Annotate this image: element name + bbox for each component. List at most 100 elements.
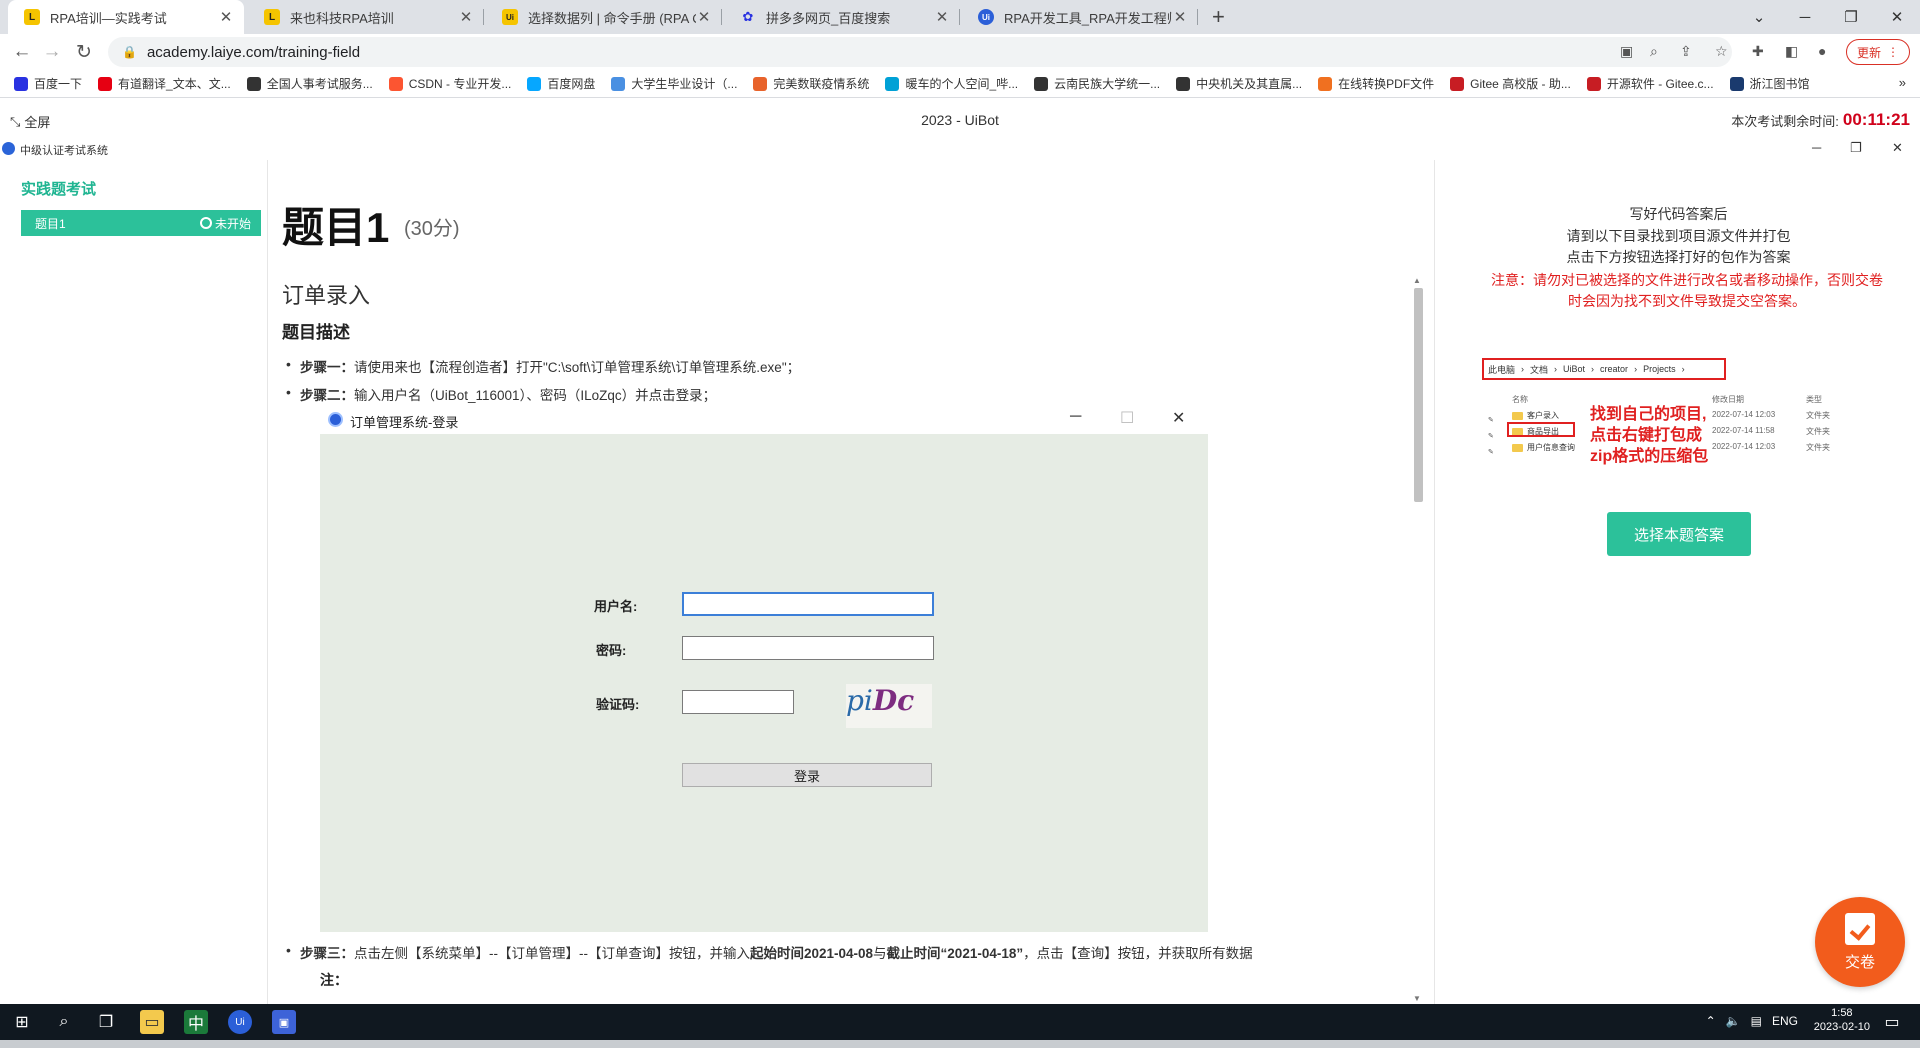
bookmark-item[interactable]: 有道翻译_文本、文... (98, 75, 231, 92)
bookmark-item[interactable]: 暖车的个人空间_哔... (885, 75, 1018, 92)
bookmark-item[interactable]: 中央机关及其直属... (1176, 75, 1302, 92)
crumb: Projects (1643, 364, 1676, 374)
bookmark-item[interactable]: 百度一下 (14, 75, 82, 92)
file-explorer-icon[interactable]: ▭ (140, 1010, 164, 1034)
step-text: ，点击【查询】按钮，并获取所有数据 (1023, 946, 1253, 961)
tray-arrow-icon[interactable]: ⌃ (1706, 1014, 1716, 1028)
browser-tab[interactable]: ✿ 拼多多网页_百度搜索 ✕ (724, 0, 960, 34)
tab-title: 选择数据列 | 命令手册 (RPA Com (528, 10, 696, 26)
bookmark-favicon-icon (1318, 76, 1333, 91)
close-icon[interactable]: ✕ (1892, 140, 1903, 156)
close-icon: ✕ (1172, 410, 1186, 427)
clock[interactable]: 1:58 2023-02-10 (1814, 1006, 1870, 1034)
extensions-icon[interactable]: ✚ (1752, 43, 1764, 60)
bookmark-item[interactable]: 在线转换PDF文件 (1318, 75, 1434, 92)
address-bar[interactable]: 🔒 academy.laiye.com/training-field (108, 37, 1732, 67)
bookmark-item[interactable]: 完美数联疫情系统 (753, 75, 869, 92)
bookmark-item[interactable]: Gitee 高校版 - 助... (1450, 75, 1571, 92)
bookmarks-more-button[interactable]: » (1899, 75, 1906, 90)
scroll-up-icon[interactable]: ▲ (1413, 276, 1421, 285)
reload-icon[interactable]: ↻ (72, 40, 96, 64)
username-field[interactable] (682, 592, 934, 616)
uibot-icon[interactable]: Ui (228, 1010, 252, 1034)
minimize-icon[interactable]: ─ (1812, 140, 1821, 155)
bookmark-item[interactable]: 云南民族大学统一... (1034, 75, 1160, 92)
bookmark-favicon-icon (246, 76, 261, 91)
close-tab-icon[interactable]: ✕ (1172, 8, 1188, 26)
step-three: 步骤三：点击左侧【系统菜单】--【订单管理】--【订单查询】按钮，并输入起始时间… (286, 942, 1253, 962)
captcha-image[interactable]: piDc (846, 684, 932, 728)
close-tab-icon[interactable]: ✕ (458, 8, 474, 26)
bookmark-label: 大学生毕业设计（... (631, 77, 738, 91)
annotation-line: 点击右键打包成 (1590, 427, 1703, 444)
restore-icon[interactable]: ❐ (1828, 0, 1874, 34)
bookmark-favicon-icon (611, 76, 626, 91)
update-button[interactable]: 更新 ⋮ (1845, 39, 1910, 65)
bookmark-favicon-icon (1586, 76, 1601, 91)
crumb: 此电脑 (1488, 364, 1516, 375)
annotation-line: 找到自己的项目, (1590, 406, 1707, 423)
back-icon[interactable]: ← (10, 40, 34, 64)
zoom-icon[interactable]: ⌕ (1650, 43, 1658, 60)
bookmark-item[interactable]: 浙江图书馆 (1729, 75, 1810, 92)
submit-exam-button[interactable]: 交卷 (1815, 897, 1905, 987)
search-icon[interactable]: ⌕ (52, 1010, 76, 1034)
status-circle-icon (199, 217, 212, 229)
close-tab-icon[interactable]: ✕ (934, 8, 950, 26)
volume-icon[interactable]: 🔈 (1726, 1014, 1741, 1028)
password-field[interactable] (682, 636, 934, 660)
sidebar-item-label: 题目1 (35, 216, 66, 231)
submit-label: 交卷 (1844, 953, 1875, 971)
close-tab-icon[interactable]: ✕ (696, 8, 712, 26)
browser-tab[interactable]: L 来也科技RPA培训 ✕ (248, 0, 484, 34)
browser-tab[interactable]: Ui 选择数据列 | 命令手册 (RPA Com ✕ (486, 0, 722, 34)
tab-title: RPA培训—实践考试 (50, 10, 167, 26)
browser-tab[interactable]: Ui RPA开发工具_RPA开发工程师交 ✕ (962, 0, 1198, 34)
status-text: 未开始 (214, 216, 251, 231)
bookmark-item[interactable]: 开源软件 - Gitee.c... (1586, 75, 1714, 92)
tab-title: RPA开发工具_RPA开发工程师交 (1004, 10, 1172, 26)
tab-search-icon[interactable]: ⌄ (1736, 0, 1782, 34)
network-icon[interactable]: ▤ (1751, 1014, 1762, 1028)
windows-start-icon[interactable]: ⊞ (10, 1010, 34, 1034)
restore-icon[interactable]: ❐ (1850, 140, 1862, 156)
share-icon[interactable]: ⇪ (1680, 43, 1692, 60)
notification-icon[interactable]: ▭ (1880, 1010, 1904, 1034)
app-title: 2023 - UiBot (921, 112, 999, 128)
language-indicator[interactable]: ENG (1772, 1014, 1798, 1028)
bookmark-item[interactable]: 百度网盘 (527, 75, 595, 92)
profile-icon[interactable]: ● (1818, 43, 1826, 59)
content-scrollbar[interactable]: ▲ ▼ (1411, 276, 1425, 1004)
captcha-field[interactable] (682, 690, 794, 714)
side-panel-icon[interactable]: ◧ (1785, 43, 1798, 60)
scroll-down-icon[interactable]: ▼ (1413, 994, 1421, 1003)
bookmark-star-icon[interactable]: ☆ (1715, 43, 1728, 60)
input-method-icon[interactable]: 中 (184, 1010, 208, 1034)
close-window-icon[interactable]: ✕ (1874, 0, 1920, 34)
step-text: 与 (873, 946, 887, 961)
close-tab-icon[interactable]: ✕ (218, 8, 234, 26)
task-view-icon[interactable]: ❐ (94, 1010, 118, 1034)
minimize-icon[interactable]: ─ (1782, 0, 1828, 34)
bookmark-item[interactable]: CSDN - 专业开发... (388, 75, 511, 92)
bookmark-label: 浙江图书馆 (1749, 77, 1810, 91)
bookmark-item[interactable]: 大学生毕业设计（... (611, 75, 737, 92)
app-header: ⤡ 全屏 2023 - UiBot 本次考试剩余时间: 00:11:21 (0, 108, 1920, 134)
forward-icon[interactable]: → (40, 40, 64, 64)
bookmark-label: 百度网盘 (547, 77, 596, 91)
creator-app-icon[interactable]: ▣ (272, 1010, 296, 1034)
folder-type: 文件夹 (1806, 411, 1830, 420)
scrollbar-thumb[interactable] (1414, 288, 1423, 502)
bookmark-label: 中央机关及其直属... (1196, 77, 1303, 91)
new-tab-button[interactable]: + (1212, 4, 1225, 30)
checklist-icon (1845, 912, 1875, 945)
bookmark-item[interactable]: 全国人事考试服务... (246, 75, 373, 92)
install-icon[interactable]: ▣ (1620, 43, 1633, 60)
sidebar-heading: 实践题考试 (21, 181, 97, 198)
choose-answer-button[interactable]: 选择本题答案 (1607, 512, 1751, 556)
sidebar-item-question-1[interactable]: 题目1 未开始 (21, 210, 261, 236)
bookmark-label: 云南民族大学统一... (1054, 77, 1161, 91)
url-text: academy.laiye.com/training-field (146, 43, 361, 61)
login-button[interactable]: 登录 (682, 763, 932, 787)
browser-tab[interactable]: L RPA培训—实践考试 ✕ (8, 0, 244, 34)
